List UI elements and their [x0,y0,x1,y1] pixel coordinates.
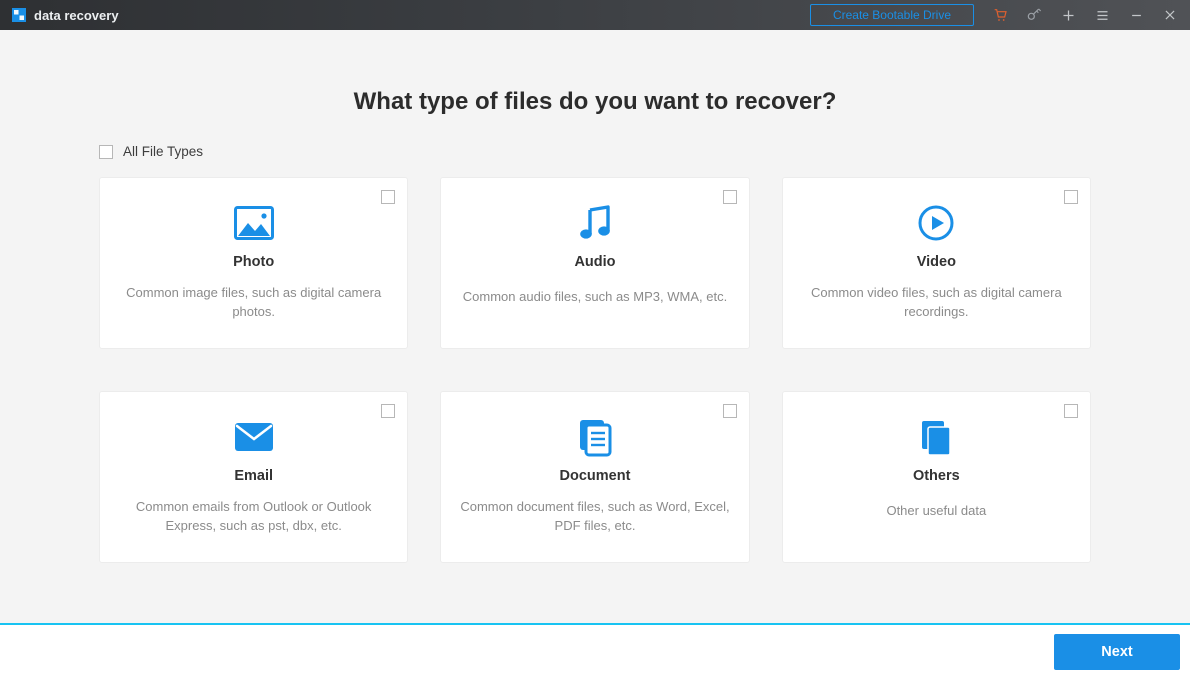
titlebar-right: Create Bootable Drive [810,4,1178,26]
card-photo-desc: Common image files, such as digital came… [118,284,389,322]
card-others-title: Others [913,468,960,484]
card-audio-title: Audio [574,254,615,270]
card-audio-desc: Common audio files, such as MP3, WMA, et… [463,288,727,307]
card-audio-checkbox[interactable] [723,190,737,204]
titlebar: data recovery Create Bootable Drive [0,0,1190,30]
card-audio[interactable]: Audio Common audio files, such as MP3, W… [440,177,749,349]
all-file-types-row: All File Types [99,144,1091,159]
others-icon [916,408,956,466]
plus-icon[interactable] [1060,7,1076,23]
card-email-title: Email [234,468,273,484]
email-icon [234,408,274,466]
footer: Next [0,623,1190,678]
card-video[interactable]: Video Common video files, such as digita… [782,177,1091,349]
app-title: data recovery [34,8,119,23]
card-document-title: Document [560,468,631,484]
card-document[interactable]: Document Common document files, such as … [440,391,749,563]
card-email-desc: Common emails from Outlook or Outlook Ex… [118,498,389,536]
card-others-desc: Other useful data [886,502,986,521]
minimize-icon[interactable] [1128,7,1144,23]
key-icon[interactable] [1026,7,1042,23]
file-type-grid: Photo Common image files, such as digita… [99,177,1091,563]
all-file-types-checkbox[interactable] [99,145,113,159]
audio-icon [578,194,612,252]
app-logo-icon [12,8,26,22]
card-photo-checkbox[interactable] [381,190,395,204]
menu-icon[interactable] [1094,7,1110,23]
card-video-title: Video [917,254,956,270]
card-video-checkbox[interactable] [1064,190,1078,204]
card-photo-title: Photo [233,254,274,270]
all-file-types-label: All File Types [123,144,203,159]
titlebar-left: data recovery [12,8,119,23]
card-photo[interactable]: Photo Common image files, such as digita… [99,177,408,349]
next-button[interactable]: Next [1054,634,1180,670]
close-icon[interactable] [1162,7,1178,23]
create-bootable-drive-button[interactable]: Create Bootable Drive [810,4,974,26]
cart-icon[interactable] [992,7,1008,23]
card-others-checkbox[interactable] [1064,404,1078,418]
card-email-checkbox[interactable] [381,404,395,418]
card-video-desc: Common video files, such as digital came… [801,284,1072,322]
card-email[interactable]: Email Common emails from Outlook or Outl… [99,391,408,563]
card-document-desc: Common document files, such as Word, Exc… [459,498,730,536]
document-icon [575,408,615,466]
card-others[interactable]: Others Other useful data [782,391,1091,563]
video-icon [916,194,956,252]
photo-icon [234,194,274,252]
main-content: What type of files do you want to recove… [0,30,1190,623]
card-document-checkbox[interactable] [723,404,737,418]
page-headline: What type of files do you want to recove… [354,88,837,116]
